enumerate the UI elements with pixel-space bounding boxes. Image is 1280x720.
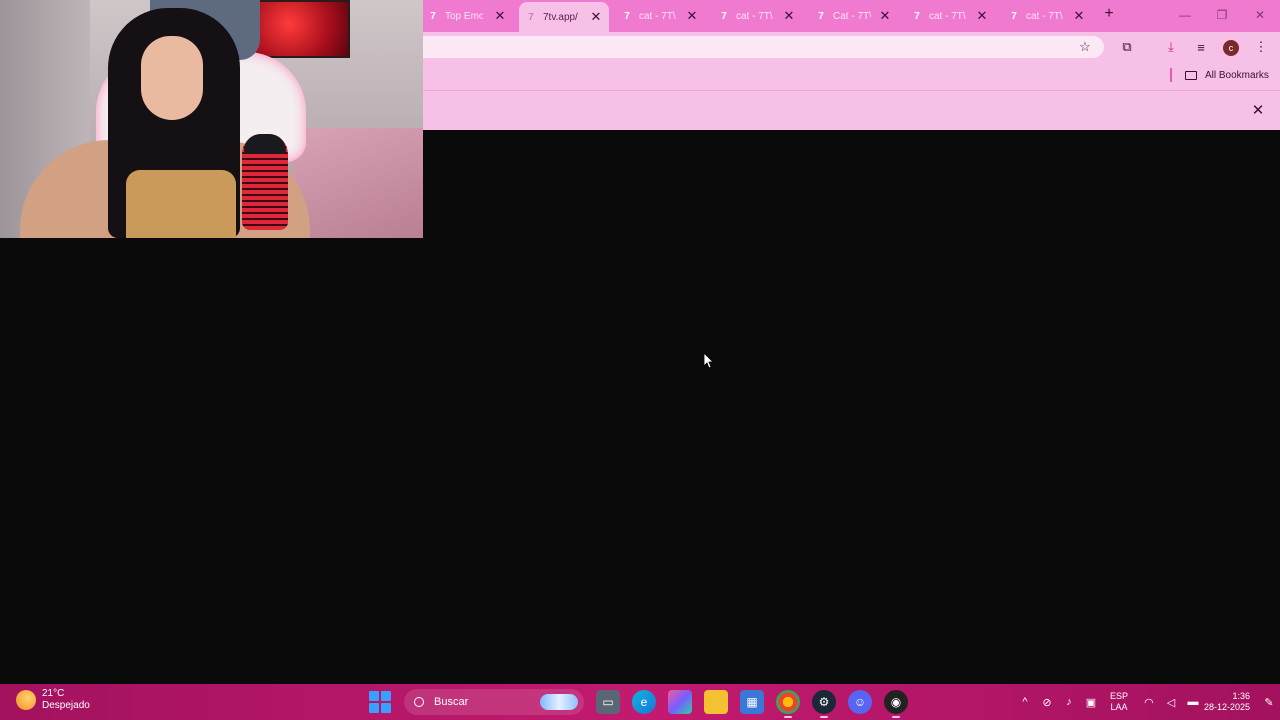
7tv-icon: 7 (1011, 10, 1017, 22)
tab-2[interactable]: 7 cat - 7T\ ✕ (621, 4, 699, 28)
close-icon[interactable]: ✕ (1072, 8, 1086, 23)
weather-widget[interactable]: 21°C Despejado (16, 688, 90, 712)
copilot-icon[interactable] (668, 690, 692, 714)
obs-icon[interactable]: ◉ (884, 690, 908, 718)
tab-title: cat - 7T\ (929, 10, 966, 22)
close-icon[interactable]: ✕ (878, 8, 892, 23)
webcam-bed (293, 128, 423, 238)
tab-5[interactable]: 7 cat - 7T\ ✕ (911, 4, 989, 28)
camera-icon[interactable]: ▣ (1084, 695, 1098, 709)
star-icon[interactable]: ☆ (1076, 38, 1094, 56)
bookmarks-bar (423, 62, 1280, 90)
clock[interactable]: 1:36 28-12-2025 (1204, 691, 1250, 713)
search-highlight-icon (540, 694, 578, 710)
webcam-person-face (141, 36, 203, 120)
download-icon[interactable]: ⤓ (1162, 38, 1180, 56)
folder-icon[interactable] (704, 690, 728, 714)
close-icon[interactable]: ✕ (782, 8, 796, 23)
file-manager-icon[interactable]: ▭ (596, 690, 620, 714)
clock-time: 1:36 (1232, 691, 1250, 701)
restore-icon[interactable]: ❐ (1212, 6, 1232, 24)
clock-date: 28-12-2025 (1203, 702, 1250, 712)
edge-icon[interactable]: e (632, 690, 656, 714)
language-line2: LAA (1110, 702, 1128, 712)
close-icon[interactable]: ✕ (589, 9, 603, 24)
network-off-icon[interactable]: ⊘ (1040, 695, 1054, 709)
extensions-icon[interactable]: ⧉ (1118, 38, 1136, 56)
windows-start-icon[interactable] (368, 690, 392, 714)
tab-title: Cat - 7T\ (833, 10, 871, 22)
new-tab-button[interactable]: + (1102, 6, 1116, 22)
all-bookmarks-label: All Bookmarks (1205, 69, 1269, 81)
tab-title: 7tv.app/ (543, 11, 578, 23)
taskbar-center: Buscar ▭ e ▦ ⚙ ☺ ◉ (368, 688, 908, 718)
weather-temp: 21°C (42, 688, 65, 699)
tab-0[interactable]: 7 Top Emo ✕ (427, 4, 507, 28)
minimize-icon[interactable]: — (1175, 6, 1195, 24)
webcam-overlay (0, 0, 423, 238)
language-line1: ESP (1109, 691, 1128, 701)
close-icon[interactable]: ✕ (493, 8, 507, 23)
battery-icon[interactable]: ▬ (1186, 695, 1200, 709)
address-bar[interactable] (423, 36, 1104, 58)
webcam-microphone-cap (244, 134, 286, 154)
close-icon[interactable]: ✕ (975, 8, 989, 23)
weather-condition: Despejado (42, 700, 90, 711)
taskbar: 21°C Despejado Buscar ▭ e ▦ ⚙ ☺ ◉ ^ ⊘ ♪ … (0, 684, 1280, 720)
taskbar-search[interactable]: Buscar (404, 689, 584, 715)
tab-3[interactable]: 7 cat - 7T\ ✕ (718, 4, 796, 28)
7tv-icon: 7 (528, 11, 534, 23)
weather-icon (16, 690, 36, 710)
browser-toolbar: ☆ ⧉ ⤓ ≡ c ⋮ (423, 32, 1280, 62)
mouse-cursor-icon (704, 353, 714, 369)
media-controls-icon[interactable]: ≡ (1192, 38, 1210, 56)
avatar[interactable]: c (1223, 40, 1239, 56)
microphone-icon[interactable]: ♪ (1062, 695, 1076, 709)
desktop-screen: 7 Top Emo ✕ 7 7tv.app/ ✕ 7 cat - 7T\ ✕ 7… (0, 0, 1280, 720)
browser-window: 7 Top Emo ✕ 7 7tv.app/ ✕ 7 cat - 7T\ ✕ 7… (423, 0, 1280, 130)
close-window-icon[interactable]: ✕ (1250, 6, 1270, 24)
tab-4[interactable]: 7 Cat - 7T\ ✕ (815, 4, 892, 28)
close-icon[interactable]: ✕ (685, 8, 699, 23)
chrome-icon[interactable] (776, 690, 800, 718)
search-label: Buscar (434, 696, 469, 708)
steam-icon[interactable]: ⚙ (812, 690, 836, 718)
volume-icon[interactable]: ◁ (1164, 695, 1178, 709)
discord-icon[interactable]: ☺ (848, 690, 872, 714)
menu-icon[interactable]: ⋮ (1252, 38, 1270, 56)
wifi-icon[interactable]: ◠ (1142, 695, 1156, 709)
7tv-icon: 7 (624, 10, 630, 22)
bookmarks-separator (1170, 68, 1172, 82)
all-bookmarks-button[interactable]: All Bookmarks (1185, 68, 1269, 82)
tab-title: cat - 7T\ (736, 10, 773, 22)
7tv-icon: 7 (914, 10, 920, 22)
tab-6[interactable]: 7 cat - 7T\ ✕ (1008, 4, 1086, 28)
tab-strip: 7 Top Emo ✕ 7 7tv.app/ ✕ 7 cat - 7T\ ✕ 7… (423, 0, 1280, 32)
webcam-person-top (126, 170, 236, 238)
language-indicator[interactable]: ESP LAA (1110, 691, 1128, 713)
7tv-icon: 7 (721, 10, 727, 22)
info-bar: ✕ (423, 90, 1280, 130)
tab-1[interactable]: 7 7tv.app/ ✕ (519, 2, 609, 32)
search-icon (414, 697, 424, 707)
tab-title: cat - 7T\ (1026, 10, 1063, 22)
7tv-icon: 7 (430, 10, 436, 22)
chevron-up-icon[interactable]: ^ (1018, 695, 1032, 709)
close-icon[interactable]: ✕ (1250, 103, 1266, 119)
folder-icon (1185, 70, 1197, 80)
store-icon[interactable]: ▦ (740, 690, 764, 714)
notification-icon[interactable]: ✎ (1262, 695, 1276, 709)
webcam-painting (248, 0, 350, 58)
tab-title: cat - 7T\ (639, 10, 676, 22)
system-tray: ^ ⊘ ♪ ▣ ESP LAA ◠ ◁ ▬ 1:36 28-12-2025 ✎ (1014, 684, 1280, 720)
7tv-icon: 7 (818, 10, 824, 22)
tab-title: Top Emo (445, 10, 483, 22)
